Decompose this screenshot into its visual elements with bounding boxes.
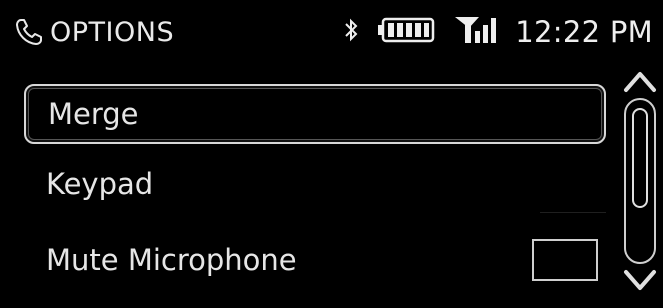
options-menu: Merge Keypad Mute Microphone (24, 84, 606, 304)
menu-item-merge[interactable]: Merge (24, 84, 606, 144)
menu-item-label: Mute Microphone (46, 243, 297, 277)
chevron-up-icon[interactable] (620, 66, 660, 96)
scroll-track[interactable] (624, 98, 656, 264)
clock: 12:22 PM (515, 15, 653, 49)
scroll-thumb[interactable] (632, 108, 648, 208)
signal-icon (453, 15, 501, 49)
chevron-down-icon[interactable] (620, 266, 660, 296)
phone-icon (14, 17, 44, 47)
header-title-group: OPTIONS (14, 14, 174, 50)
divider (540, 212, 606, 213)
mute-checkbox[interactable] (532, 239, 598, 281)
battery-icon (377, 17, 435, 47)
menu-item-label: Keypad (46, 167, 154, 201)
status-icons: 12:22 PM (343, 12, 653, 52)
menu-item-mute-microphone[interactable]: Mute Microphone (24, 228, 606, 292)
menu-item-label: Merge (48, 97, 139, 131)
page-title: OPTIONS (50, 16, 175, 48)
status-bar: OPTIONS 12:22 PM (0, 0, 663, 66)
scrollbar[interactable] (620, 66, 660, 296)
bluetooth-icon (343, 17, 359, 48)
menu-item-keypad[interactable]: Keypad (24, 152, 606, 216)
